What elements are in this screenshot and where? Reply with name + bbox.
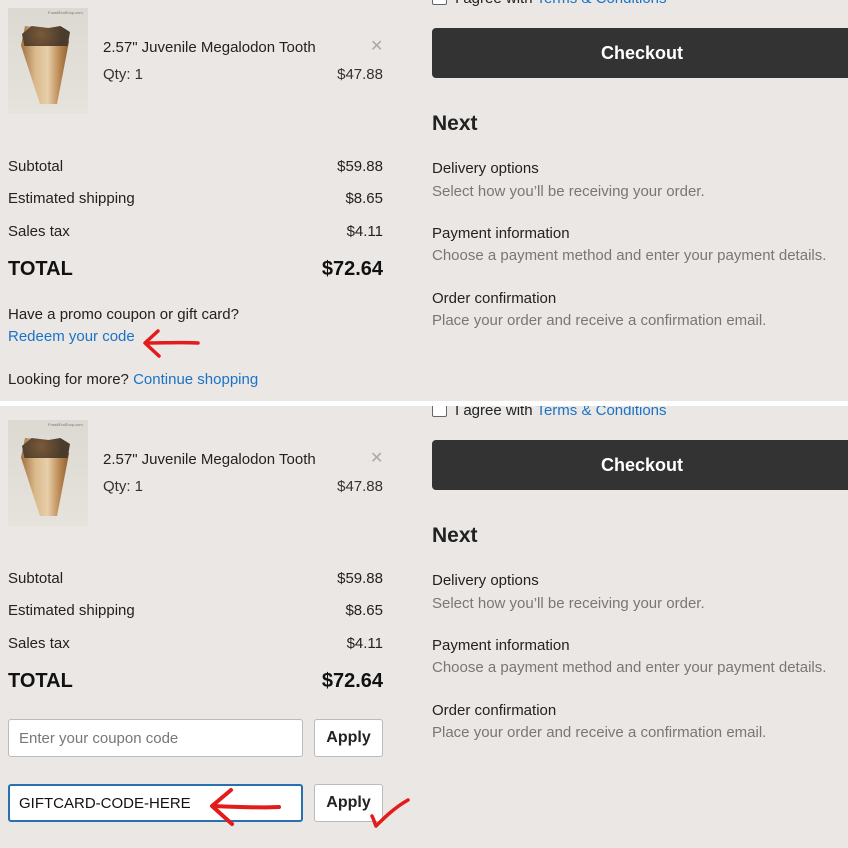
item-name[interactable]: 2.57" Juvenile Megalodon Tooth [103, 39, 316, 56]
shipping-value: $8.65 [345, 602, 383, 619]
tax-value: $4.11 [346, 635, 383, 652]
continue-shopping-link[interactable]: Continue shopping [133, 371, 258, 388]
terms-agreement[interactable]: I agree with Terms & Conditions [432, 406, 667, 419]
next-heading: Next [432, 524, 478, 547]
terms-prefix: I agree with [455, 0, 533, 7]
step-payment-desc: Choose a payment method and enter your p… [432, 247, 827, 264]
terms-checkbox[interactable] [432, 0, 447, 5]
step-payment-title: Payment information [432, 637, 570, 654]
cart-panel-before: I agree with Terms & Conditions FossilEr… [0, 0, 848, 401]
more-prefix: Looking for more? [8, 371, 129, 388]
redeem-code-link[interactable]: Redeem your code [8, 328, 135, 345]
apply-coupon-button[interactable]: Apply [314, 719, 383, 757]
step-confirmation-title: Order confirmation [432, 290, 557, 307]
step-delivery-desc: Select how you’ll be receiving your orde… [432, 595, 705, 612]
item-qty: Qty: 1 [103, 66, 144, 83]
step-confirmation-title: Order confirmation [432, 702, 557, 719]
step-confirmation-desc: Place your order and receive a confirmat… [432, 724, 767, 741]
image-watermark: FossilEraShop.com [48, 422, 83, 427]
total-value: $72.64 [321, 258, 383, 280]
total-label: TOTAL [8, 670, 73, 692]
tax-value: $4.11 [346, 223, 383, 240]
red-arrow-annotation [143, 329, 200, 358]
cart-panel-after: I agree with Terms & Conditions FossilEr… [0, 406, 848, 848]
red-checkmark-annotation [370, 798, 410, 828]
subtotal-label: Subtotal [8, 570, 64, 587]
close-icon[interactable]: ✕ [370, 451, 383, 467]
terms-checkbox[interactable] [432, 406, 447, 417]
next-heading: Next [432, 112, 478, 135]
shipping-value: $8.65 [345, 190, 383, 207]
red-arrow-annotation [210, 788, 281, 826]
item-price: $47.88 [337, 66, 383, 83]
total-label: TOTAL [8, 258, 73, 280]
step-payment-desc: Choose a payment method and enter your p… [432, 659, 827, 676]
step-delivery-title: Delivery options [432, 572, 539, 589]
item-name[interactable]: 2.57" Juvenile Megalodon Tooth [103, 451, 316, 468]
subtotal-value: $59.88 [337, 570, 383, 587]
subtotal-label: Subtotal [8, 158, 64, 175]
checkout-button[interactable]: Checkout [432, 28, 848, 78]
terms-link[interactable]: Terms & Conditions [536, 406, 666, 419]
terms-link[interactable]: Terms & Conditions [536, 0, 666, 7]
terms-prefix: I agree with [455, 406, 533, 419]
item-price: $47.88 [337, 478, 383, 495]
coupon-code-input[interactable]: Enter your coupon code [8, 719, 303, 757]
promo-question: Have a promo coupon or gift card? [8, 306, 239, 323]
product-image[interactable]: FossilEraShop.com [8, 420, 88, 526]
step-delivery-desc: Select how you’ll be receiving your orde… [432, 183, 705, 200]
terms-agreement[interactable]: I agree with Terms & Conditions [432, 0, 667, 7]
close-icon[interactable]: ✕ [370, 39, 383, 55]
total-value: $72.64 [321, 670, 383, 692]
image-watermark: FossilEraShop.com [48, 10, 83, 15]
tax-label: Sales tax [8, 223, 70, 240]
step-confirmation-desc: Place your order and receive a confirmat… [432, 312, 767, 329]
step-payment-title: Payment information [432, 225, 570, 242]
subtotal-value: $59.88 [337, 158, 383, 175]
continue-shopping-row: Looking for more? Continue shopping [8, 371, 258, 388]
item-qty: Qty: 1 [103, 478, 144, 495]
step-delivery-title: Delivery options [432, 160, 539, 177]
shipping-label: Estimated shipping [8, 190, 135, 207]
product-image[interactable]: FossilEraShop.com [8, 8, 88, 114]
tax-label: Sales tax [8, 635, 70, 652]
shipping-label: Estimated shipping [8, 602, 135, 619]
checkout-button[interactable]: Checkout [432, 440, 848, 490]
